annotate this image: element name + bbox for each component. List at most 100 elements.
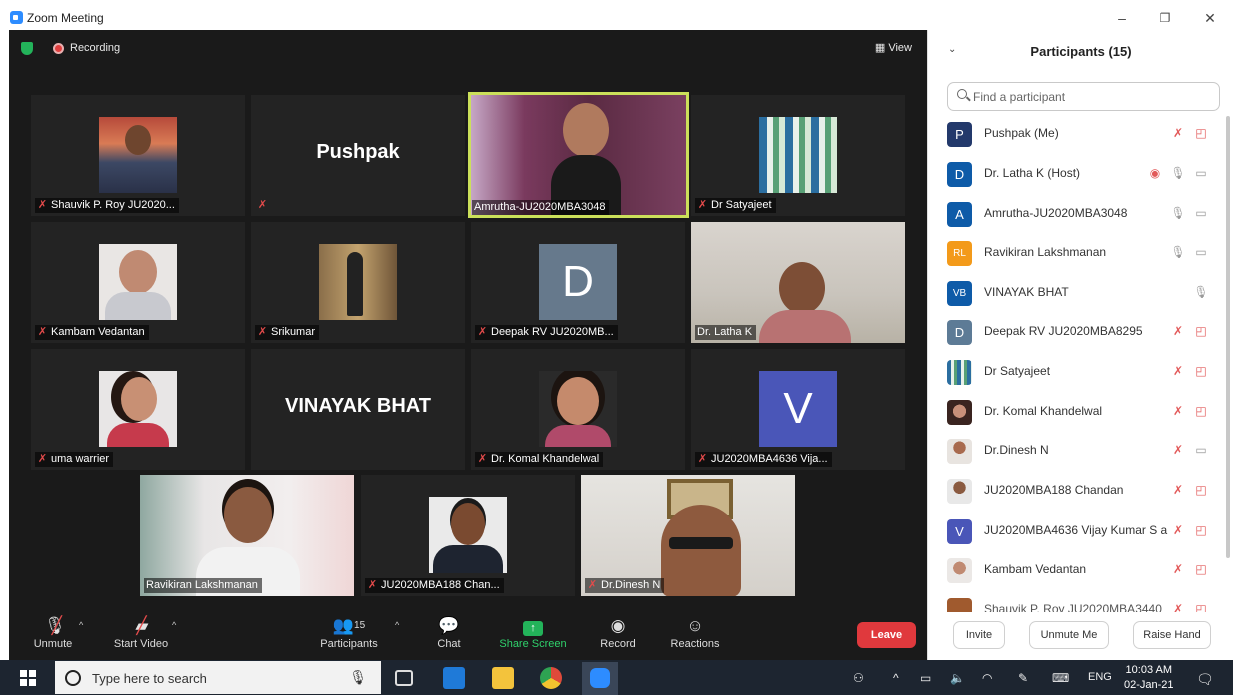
battery-icon[interactable]: ▭ — [920, 671, 931, 685]
participant-search-input[interactable] — [973, 87, 1213, 107]
language-indicator[interactable]: ENG — [1088, 671, 1112, 683]
video-options-caret-icon[interactable]: ^ — [172, 620, 176, 630]
video-on-icon[interactable]: ▭ — [1193, 442, 1209, 458]
tile-name-label: ✗ Kambam Vedantan — [35, 325, 149, 340]
participant-row[interactable]: P Pushpak (Me) ✗ ◰ — [928, 114, 1223, 154]
unmute-me-button[interactable]: Unmute Me — [1029, 621, 1109, 649]
participant-row[interactable]: Shauvik P. Roy JU2020MBA3440 ✗ ◰ — [928, 590, 1223, 612]
show-hidden-icons-icon[interactable]: ^ — [893, 671, 899, 685]
mail-app-icon[interactable] — [443, 667, 465, 689]
encryption-shield-icon[interactable] — [21, 42, 33, 55]
video-off-icon[interactable]: ◰ — [1193, 403, 1209, 419]
leave-button[interactable]: Leave — [857, 622, 916, 648]
participant-row[interactable]: Dr. Komal Khandelwal ✗ ◰ — [928, 392, 1223, 432]
windows-start-icon[interactable] — [20, 670, 36, 686]
mic-muted-icon[interactable]: ✗ — [1170, 561, 1186, 577]
video-off-icon[interactable]: ◰ — [1193, 323, 1209, 339]
video-off-icon[interactable]: ◰ — [1193, 363, 1209, 379]
participant-list-scrollbar[interactable] — [1226, 116, 1230, 558]
mic-on-icon[interactable]: 🎙 — [1170, 165, 1186, 181]
participant-row[interactable]: Dr Satyajeet ✗ ◰ — [928, 352, 1223, 392]
video-off-icon[interactable]: ◰ — [1193, 125, 1209, 141]
mic-muted-icon[interactable]: ✗ — [1170, 522, 1186, 538]
minimize-button[interactable]: – — [1110, 7, 1134, 29]
restore-button[interactable]: ❐ — [1153, 7, 1177, 29]
participant-row[interactable]: D Dr. Latha K (Host) ◉ 🎙 ▭ — [928, 154, 1223, 194]
mic-muted-icon[interactable]: ✗ — [1170, 323, 1186, 339]
pen-icon[interactable]: ✎ — [1018, 671, 1028, 685]
mic-muted-icon[interactable]: ✗ — [1170, 125, 1186, 141]
video-tile-active-speaker[interactable]: Amrutha-JU2020MBA3048 — [468, 92, 689, 218]
participant-search-box[interactable] — [947, 82, 1220, 111]
participant-avatar-letter: V — [759, 371, 837, 447]
mic-muted-icon[interactable]: ✗ — [1170, 403, 1186, 419]
video-tile[interactable]: V ✗ JU2020MBA4636 Vija... — [691, 349, 905, 470]
chrome-browser-icon[interactable] — [540, 667, 562, 689]
participant-row[interactable]: Dr.Dinesh N ✗ ▭ — [928, 431, 1223, 471]
participant-row[interactable]: JU2020MBA188 Chandan ✗ ◰ — [928, 471, 1223, 511]
mic-muted-icon[interactable]: ✗ — [1170, 601, 1186, 612]
participant-avatar — [947, 558, 972, 583]
unmute-button[interactable]: 🎙╱ Unmute — [31, 614, 75, 650]
reactions-button[interactable]: ☺ Reactions — [665, 614, 725, 650]
mic-muted-icon[interactable]: ✗ — [1170, 482, 1186, 498]
video-tile[interactable]: Pushpak ✗ — [251, 95, 465, 216]
audio-options-caret-icon[interactable]: ^ — [79, 620, 83, 630]
mic-muted-icon[interactable]: ✗ — [1170, 442, 1186, 458]
video-tile[interactable]: Dr. Latha K — [691, 222, 905, 343]
share-screen-button[interactable]: ↑ Share Screen — [497, 614, 569, 650]
wifi-icon[interactable]: ◠ — [982, 671, 992, 685]
close-button[interactable]: ✕ — [1198, 7, 1222, 29]
video-tile[interactable]: Ravikiran Lakshmanan — [140, 475, 354, 596]
recording-label: Recording — [70, 42, 121, 54]
keyboard-icon[interactable]: ⌨ — [1052, 671, 1069, 685]
raise-hand-button[interactable]: Raise Hand — [1133, 621, 1211, 649]
video-tile[interactable]: ✗ JU2020MBA188 Chan... — [361, 475, 575, 596]
video-tile[interactable]: ✗ Dr Satyajeet — [691, 95, 905, 216]
record-button[interactable]: ◉ Record — [595, 614, 641, 650]
taskbar-clock[interactable]: 10:03 AM 02-Jan-21 — [1124, 663, 1174, 693]
video-tile[interactable]: ✗ Dr. Komal Khandelwal — [471, 349, 685, 470]
participant-row[interactable]: VB VINAYAK BHAT 🎙 — [928, 273, 1223, 313]
video-tile[interactable]: ✗ Srikumar — [251, 222, 465, 343]
people-icon[interactable]: ⚇ — [853, 671, 864, 685]
mic-on-icon[interactable]: 🎙 — [1193, 284, 1209, 300]
video-off-icon[interactable]: ◰ — [1193, 522, 1209, 538]
video-off-icon[interactable]: ◰ — [1193, 561, 1209, 577]
start-video-button[interactable]: ▰╱ Start Video — [105, 614, 177, 650]
mic-muted-icon[interactable]: ✗ — [1170, 363, 1186, 379]
participant-row[interactable]: A Amrutha-JU2020MBA3048 🎙 ▭ — [928, 194, 1223, 234]
video-tile[interactable]: ✗ Shauvik P. Roy JU2020... — [31, 95, 245, 216]
view-button[interactable]: ▦ View — [871, 39, 916, 57]
participant-row[interactable]: RL Ravikiran Lakshmanan 🎙 ▭ — [928, 233, 1223, 273]
participants-options-caret-icon[interactable]: ^ — [395, 620, 399, 630]
mic-on-icon[interactable]: 🎙 — [1170, 205, 1186, 221]
video-on-icon[interactable]: ▭ — [1193, 165, 1209, 181]
video-tile[interactable]: ✗ Kambam Vedantan — [31, 222, 245, 343]
participants-button[interactable]: 👥15 Participants — [314, 614, 384, 650]
taskbar-search-box[interactable]: Type here to search 🎙 — [55, 661, 381, 694]
mic-on-icon[interactable]: 🎙 — [1170, 244, 1186, 260]
chat-button[interactable]: 💬 Chat — [429, 614, 469, 650]
notifications-icon[interactable]: 🗨 — [1196, 671, 1214, 688]
participant-row[interactable]: Kambam Vedantan ✗ ◰ — [928, 550, 1223, 590]
file-explorer-icon[interactable] — [492, 667, 514, 689]
task-view-icon[interactable] — [395, 670, 413, 686]
video-on-icon[interactable]: ▭ — [1193, 205, 1209, 221]
microphone-icon[interactable]: 🎙 — [349, 669, 367, 686]
video-tile[interactable]: ✗ uma warrier — [31, 349, 245, 470]
volume-icon[interactable]: 🔈 — [950, 671, 965, 685]
invite-button[interactable]: Invite — [953, 621, 1005, 649]
video-tile[interactable]: VINAYAK BHAT — [251, 349, 465, 470]
video-off-icon[interactable]: ◰ — [1193, 601, 1209, 612]
participant-avatar: D — [947, 320, 972, 345]
meeting-area: Recording ▦ View ✗ Shauvik P. Roy JU2020.… — [9, 30, 927, 660]
participant-row[interactable]: V JU2020MBA4636 Vijay Kumar S a ✗ ◰ — [928, 511, 1223, 551]
video-tile[interactable]: ✗ Dr.Dinesh N — [581, 475, 795, 596]
participant-row[interactable]: D Deepak RV JU2020MBA8295 ✗ ◰ — [928, 312, 1223, 352]
video-tile[interactable]: D ✗ Deepak RV JU2020MB... — [471, 222, 685, 343]
participant-video — [471, 95, 686, 215]
video-off-icon[interactable]: ◰ — [1193, 482, 1209, 498]
zoom-taskbar-button[interactable] — [582, 662, 618, 695]
video-on-icon[interactable]: ▭ — [1193, 244, 1209, 260]
